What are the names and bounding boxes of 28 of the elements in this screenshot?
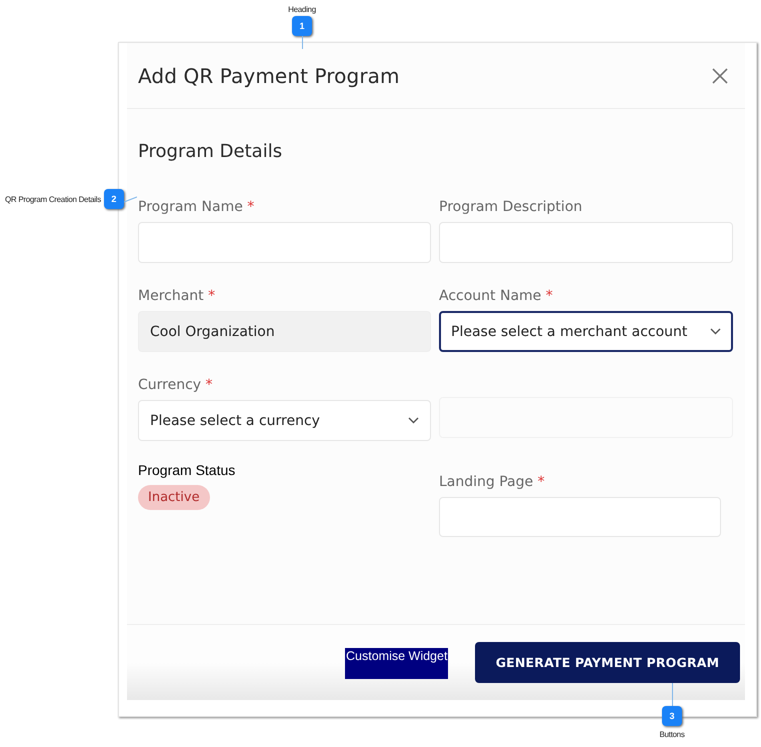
field-label: Merchant * <box>138 288 216 305</box>
input-field[interactable] <box>138 222 431 263</box>
field-label: Program Description <box>439 199 582 216</box>
input-field[interactable] <box>439 222 733 263</box>
close-icon[interactable] <box>712 68 728 84</box>
section-heading: Program Details <box>138 141 284 163</box>
select-field[interactable]: Please select a merchant account <box>439 311 733 352</box>
status-label: Program Status <box>138 462 236 479</box>
chevron-down-icon <box>408 417 419 424</box>
field-label: Currency * <box>138 377 213 394</box>
field-label: Landing Page * <box>439 474 545 491</box>
callout-badge: 2 <box>104 189 124 209</box>
customise-button[interactable]: Customise Widget <box>345 648 448 679</box>
callout-badge: 1 <box>292 16 312 36</box>
field-label: Program Name * <box>138 199 254 216</box>
callout-label: Buttons <box>659 730 685 739</box>
generate-button[interactable]: GENERATE PAYMENT PROGRAM <box>475 642 740 683</box>
callout-badge: 3 <box>662 706 682 726</box>
input-field[interactable] <box>439 497 721 537</box>
dialog-title: Add QR Payment Program <box>138 64 400 88</box>
field-label: Account Name * <box>439 288 553 305</box>
status-badge: Inactive <box>138 485 210 510</box>
callout-label: Heading <box>288 5 316 14</box>
leader-line <box>124 194 137 204</box>
input-field[interactable]: Cool Organization <box>138 311 431 352</box>
select-field[interactable]: Please select a currency <box>138 400 431 441</box>
chevron-down-icon <box>710 328 721 335</box>
callout-label: QR Program Creation Details <box>5 194 101 204</box>
